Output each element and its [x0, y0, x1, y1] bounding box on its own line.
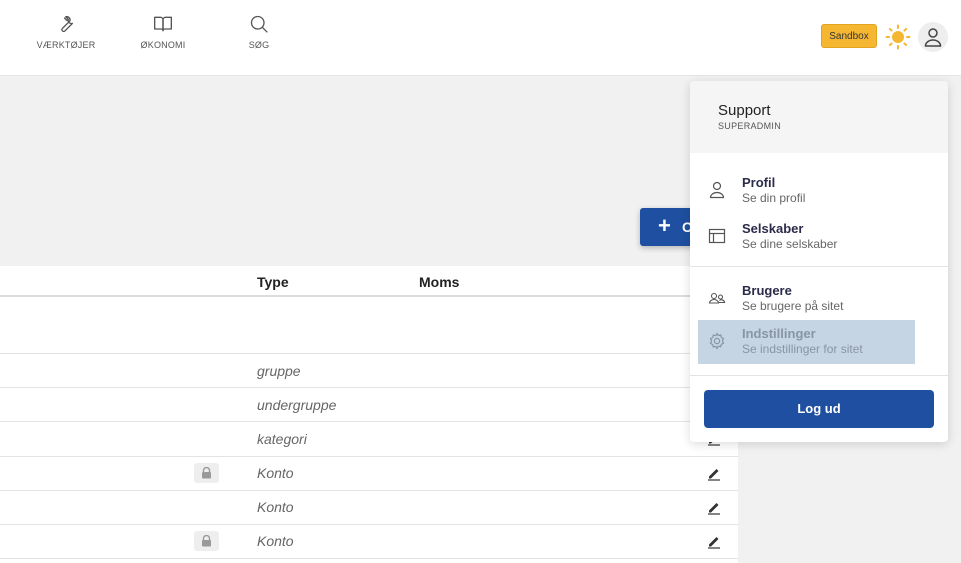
- menu-item-title: Indstillinger: [742, 326, 816, 341]
- user-avatar-button[interactable]: [918, 22, 948, 52]
- user-role: SUPERADMIN: [718, 121, 782, 131]
- menu-item-users[interactable]: Brugere Se brugere på sitet: [698, 277, 915, 321]
- sandbox-badge[interactable]: Sandbox: [821, 24, 877, 48]
- row-type: Konto: [257, 533, 294, 549]
- row-type: kategori: [257, 431, 307, 447]
- wrench-icon: [61, 15, 74, 33]
- nav-item-tools[interactable]: VÆRKTØJER: [26, 14, 106, 50]
- gear-icon: [709, 332, 725, 350]
- lock-badge: [194, 531, 219, 551]
- edit-icon[interactable]: [706, 465, 722, 481]
- menu-item-subtitle: Se dine selskaber: [742, 237, 838, 251]
- row-type: gruppe: [257, 363, 301, 379]
- top-bar: VÆRKTØJER ØKONOMI SØG Sandbox: [0, 0, 961, 76]
- table-row[interactable]: Konto: [0, 525, 738, 559]
- table-row[interactable]: undergruppe: [0, 388, 738, 422]
- lock-badge: [194, 463, 219, 483]
- table-row[interactable]: Konto: [0, 457, 738, 491]
- lock-icon: [202, 535, 211, 547]
- menu-item-subtitle: Se din profil: [742, 191, 806, 205]
- menu-item-title: Selskaber: [742, 221, 804, 236]
- user-menu-header: Support SUPERADMIN: [690, 81, 948, 153]
- book-icon: [154, 16, 172, 32]
- nav-item-economy[interactable]: ØKONOMI: [123, 14, 203, 50]
- menu-item-profile[interactable]: Profil Se din profil: [698, 169, 915, 213]
- menu-divider: [690, 375, 948, 376]
- accounts-table: Type Moms gruppe undergruppe kategori Ko…: [0, 266, 738, 563]
- user-menu-dropdown: Support SUPERADMIN Profil Se din profil …: [690, 81, 948, 442]
- table-header: Type Moms: [0, 266, 738, 297]
- menu-item-title: Brugere: [742, 283, 792, 298]
- user-icon: [709, 181, 725, 199]
- table-row[interactable]: kategori: [0, 422, 738, 457]
- lock-icon: [202, 467, 211, 479]
- menu-item-subtitle: Se indstillinger for sitet: [742, 342, 863, 356]
- menu-item-settings[interactable]: Indstillinger Se indstillinger for sitet: [698, 320, 915, 364]
- edit-icon[interactable]: [706, 499, 722, 515]
- edit-icon[interactable]: [706, 533, 722, 549]
- user-name: Support: [718, 102, 771, 119]
- menu-item-companies[interactable]: Selskaber Se dine selskaber: [698, 215, 915, 259]
- menu-item-subtitle: Se brugere på sitet: [742, 299, 844, 313]
- table-row[interactable]: gruppe: [0, 354, 738, 388]
- column-header-moms[interactable]: Moms: [419, 274, 459, 290]
- table-row[interactable]: [0, 297, 738, 354]
- menu-item-title: Profil: [742, 175, 776, 190]
- plus-icon: +: [658, 213, 671, 238]
- row-type: Konto: [257, 465, 294, 481]
- row-type: undergruppe: [257, 397, 337, 413]
- search-icon: [250, 15, 268, 33]
- menu-divider: [690, 266, 948, 267]
- users-icon: [708, 292, 726, 304]
- logout-button[interactable]: Log ud: [704, 390, 934, 428]
- column-header-type[interactable]: Type: [257, 274, 289, 290]
- row-type: Konto: [257, 499, 294, 515]
- table-icon: [708, 228, 726, 244]
- sun-icon[interactable]: [885, 24, 911, 50]
- nav-item-search[interactable]: SØG: [219, 14, 299, 50]
- nav-label-tools: VÆRKTØJER: [36, 40, 96, 50]
- table-row[interactable]: Konto: [0, 491, 738, 525]
- nav-label-economy: ØKONOMI: [140, 40, 186, 50]
- user-icon: [924, 28, 942, 47]
- nav-label-search: SØG: [248, 40, 270, 50]
